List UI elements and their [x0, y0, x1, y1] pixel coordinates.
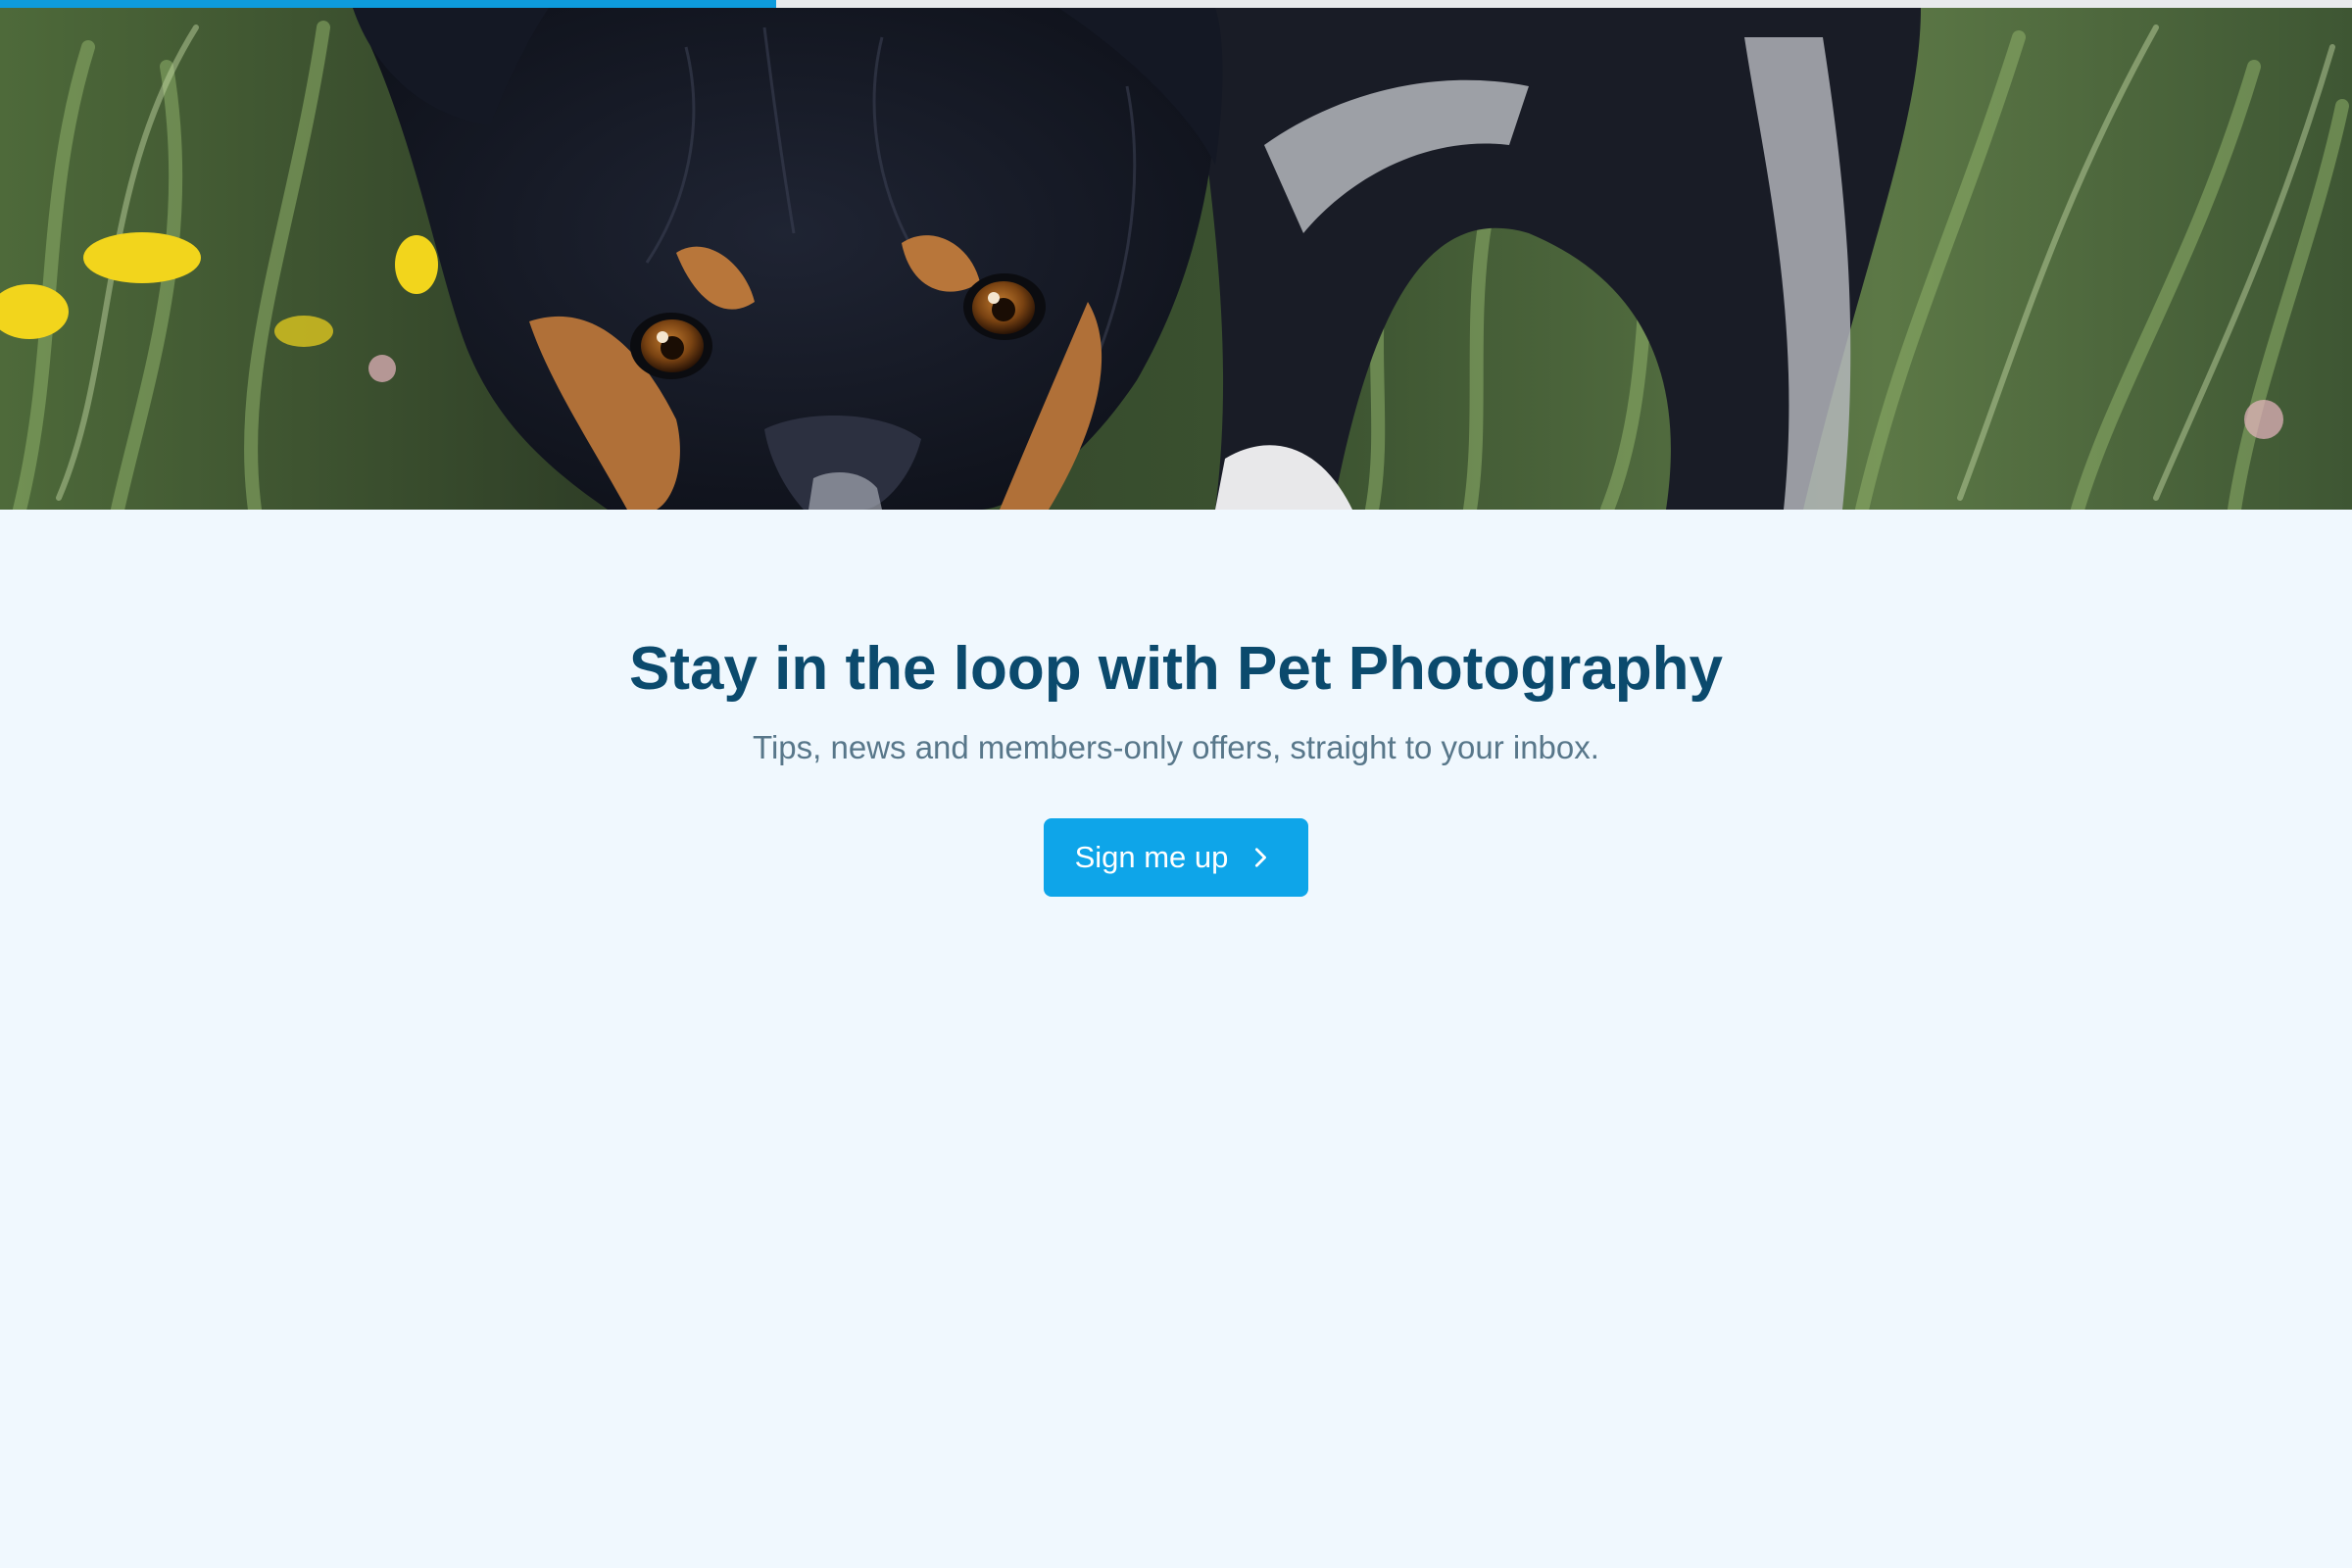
- sign-up-button[interactable]: Sign me up: [1043, 818, 1309, 898]
- sign-up-button-label: Sign me up: [1074, 840, 1229, 875]
- newsletter-section: Stay in the loop with Pet Photography Ti…: [0, 510, 2352, 898]
- reading-progress-fill: [0, 0, 776, 8]
- newsletter-title: Stay in the loop with Pet Photography: [628, 635, 1724, 703]
- chevron-right-icon: [1255, 848, 1267, 867]
- reading-progress-bar: [0, 0, 2352, 8]
- newsletter-subtitle: Tips, news and members-only offers, stra…: [753, 729, 1599, 766]
- hero-image: [0, 8, 2352, 510]
